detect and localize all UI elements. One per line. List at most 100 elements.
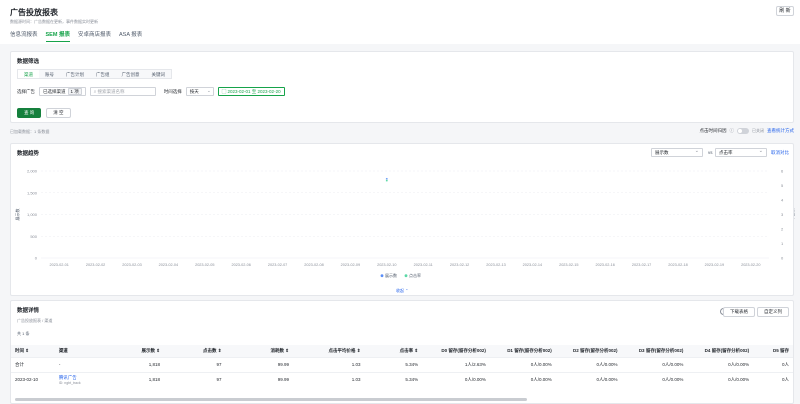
col-header[interactable]: 展示数 ⇕ — [110, 345, 165, 357]
x-tick-label: 2023-02-10 — [377, 263, 396, 267]
query-button[interactable]: 查 询 — [17, 108, 42, 118]
table-cell: 0人/0.00% — [687, 371, 754, 387]
view-stat-method-link[interactable]: 查看统计方式 — [767, 128, 794, 134]
y-left-tick-label: 1,000 — [27, 212, 38, 217]
custom-columns-button[interactable]: 自定义列 — [757, 307, 789, 317]
x-tick-label: 2023-02-19 — [705, 263, 724, 267]
right-metric-select[interactable]: 点击率 — [715, 148, 767, 157]
collapse-link[interactable]: 收起 ⌃ — [396, 288, 408, 294]
cancel-compare-link[interactable]: 取消对比 — [771, 150, 789, 156]
col-header: D4 留存(留存分析002) — [687, 345, 754, 357]
tab-feed-report[interactable]: 信息流报表 — [10, 30, 38, 42]
horizontal-scrollbar[interactable] — [15, 398, 527, 401]
reset-button[interactable]: 清 空 — [46, 108, 71, 118]
time-unit-select[interactable]: 按天 ⌄ — [185, 87, 214, 96]
detail-title: 数据详情 — [17, 308, 40, 314]
vs-label: vs — [708, 150, 713, 155]
table-cell: 1.03 — [292, 356, 365, 372]
filter-card: 数据筛选 渠道 账号 广告计划 广告组 广告创意 关键词 选择广告 已选择渠道 1… — [10, 51, 794, 123]
table-cell: 0人/0.00% — [422, 371, 490, 387]
selected-text: 已选择渠道 — [43, 89, 66, 94]
table-cell: 5.34% — [364, 356, 423, 372]
data-point — [385, 179, 389, 182]
x-tick-label: 2023-02-15 — [559, 263, 578, 267]
x-tick-label: 2023-02-14 — [523, 263, 542, 267]
table-cell: 0人/0.00% — [621, 371, 688, 387]
detail-card: 数据详情 广告投放报表 / 渠道 共 1 条 ? 下载表格 自定义列 时间 ⇕ … — [10, 300, 794, 404]
table-cell: 97 — [164, 371, 226, 387]
time-unit-value: 按天 — [189, 89, 199, 94]
download-table-button[interactable]: 下载表格 — [723, 307, 755, 317]
filter-tab-campaign[interactable]: 广告计划 — [60, 70, 90, 78]
x-tick-label: 2023-02-13 — [486, 263, 505, 267]
filter-tab-creative[interactable]: 广告创意 — [116, 70, 146, 78]
page-title: 广告投放报表 — [10, 8, 58, 17]
filter-tab-channel[interactable]: 渠道 — [18, 70, 39, 78]
legend-label: 点击率 — [409, 272, 421, 278]
legend-marker — [380, 274, 384, 278]
table-cell: 2023-02-10 — [11, 371, 55, 387]
detail-table: 时间 ⇕ 渠道 展示数 ⇕ 点击数 ⇕ 消耗数 ⇕ 点击平均价格 ⇕ 点击率 ⇕… — [11, 345, 793, 387]
channel-link[interactable]: 腾讯广告 — [59, 375, 77, 380]
filter-tab-adgroup[interactable]: 广告组 — [90, 70, 116, 78]
x-tick-label: 2023-02-20 — [741, 263, 760, 267]
col-header[interactable]: 消耗数 ⇕ — [225, 345, 293, 357]
y-left-tick-label: 1,500 — [27, 190, 38, 195]
detail-breadcrumb: 广告投放报表 / 渠道 — [17, 318, 53, 323]
col-header[interactable]: 点击率 ⇕ — [364, 345, 423, 357]
table-cell: 0人/0.00% — [489, 371, 556, 387]
channel-search-input[interactable]: ⌕ 搜索渠道名称 — [89, 87, 156, 96]
page-subtitle: 数据源时间：广告数据在更新，事件数据实时更新 — [10, 19, 98, 24]
y-right-tick-label: 6 — [781, 169, 784, 174]
date-range-value: 2023-02-01 至 2023-02-20 — [227, 89, 281, 94]
filter-buttons: 查 询 清 空 — [17, 108, 71, 118]
y-right-tick-label: 2 — [781, 227, 784, 232]
table-row: 2023-02-10 腾讯广告 ID: ngbt_track 1,818 97 9… — [11, 371, 793, 387]
table-cell: 合计 — [11, 356, 55, 372]
refresh-button[interactable]: 刷 新 — [776, 6, 794, 16]
date-range-picker[interactable]: ▢ 2023-02-01 至 2023-02-20 — [217, 87, 285, 96]
y-right-tick-label: 3 — [781, 212, 784, 217]
channel-id: ID: ngbt_track — [58, 380, 81, 385]
x-tick-label: 2023-02-05 — [195, 263, 214, 267]
col-header: 渠道 — [54, 345, 111, 357]
table-cell: - — [54, 356, 111, 372]
tab-android-store-report[interactable]: 安卓商店报表 — [78, 30, 111, 42]
x-tick-label: 2023-02-07 — [268, 263, 287, 267]
col-header[interactable]: 点击数 ⇕ — [164, 345, 226, 357]
y-left-tick-label: 0 — [35, 256, 38, 261]
table-cell: 1人/2.63% — [422, 356, 490, 372]
table-cell: 0人/0.00% — [687, 356, 754, 372]
x-tick-label: 2023-02-16 — [595, 263, 614, 267]
y-left-tick-label: 500 — [30, 234, 37, 239]
left-metric-select[interactable]: 展示数 — [651, 148, 703, 157]
x-tick-label: 2023-02-12 — [450, 263, 469, 267]
col-header: D2 留存(留存分析002) — [555, 345, 622, 357]
col-header[interactable]: 点击平均价格 ⇕ — [292, 345, 365, 357]
x-tick-label: 2023-02-02 — [86, 263, 105, 267]
y-left-tick-label: 2,000 — [27, 169, 38, 174]
legend-label: 展示数 — [385, 272, 397, 278]
col-header[interactable]: 时间 ⇕ — [11, 345, 55, 357]
x-tick-label: 2023-02-01 — [49, 263, 68, 267]
table-cell: 1,818 — [110, 356, 165, 372]
legend-marker — [404, 274, 408, 278]
x-tick-label: 2023-02-08 — [304, 263, 323, 267]
tab-sem-report[interactable]: SEM 报表 — [45, 30, 70, 42]
channel-cell: 腾讯广告 ID: ngbt_track — [54, 371, 111, 387]
filter-title: 数据筛选 — [17, 59, 40, 65]
filter-tab-keyword[interactable]: 关键词 — [146, 70, 172, 78]
selected-channel-box[interactable]: 已选择渠道 1 项 — [39, 87, 86, 96]
chevron-down-icon: ⌄ — [206, 88, 211, 93]
tab-asa-report[interactable]: ASA 报表 — [119, 30, 142, 42]
attribution-toggle-row: 点击时间归因 ⓘ 已关闭 查看统计方式 — [699, 128, 794, 134]
attribution-label: 点击时间归因 — [699, 128, 727, 133]
table-cell: 1,818 — [110, 371, 165, 387]
attribution-toggle[interactable] — [737, 128, 749, 134]
trend-card: 数据趋势 展示数 vs 点击率 取消对比 0 500 1,000 1,500 2,000… — [10, 143, 795, 296]
col-header: D0 留存(留存分析002) — [422, 345, 490, 357]
filter-tab-account[interactable]: 账号 — [39, 70, 60, 78]
y-left-axis-label: 展示数 — [14, 209, 20, 221]
y-right-tick-label: 0 — [781, 256, 784, 261]
filter-row: 选择广告 已选择渠道 1 项 ⌕ 搜索渠道名称 时间选择 按天 ⌄ ▢ 2023-0… — [17, 87, 285, 96]
